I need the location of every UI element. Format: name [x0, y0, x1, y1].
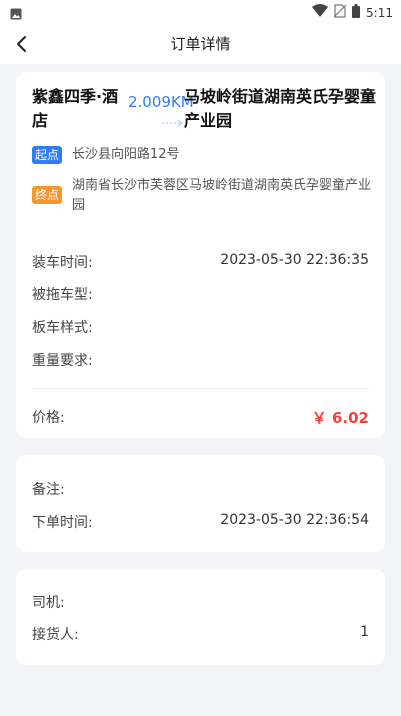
remark-label: 备注:: [32, 482, 65, 498]
app-bar: 订单详情: [0, 24, 401, 64]
price-value: ￥ 6.02: [311, 409, 369, 427]
order-time-label: 下单时间:: [32, 515, 93, 531]
receiver-row: 接货人: 1: [32, 624, 369, 646]
order-time-row: 下单时间: 2023-05-30 22:36:54: [32, 512, 369, 534]
start-tag: 起点: [32, 146, 62, 164]
route-origin: 紫鑫四季·酒店: [32, 87, 119, 130]
driver-row: 司机:: [32, 592, 369, 614]
price-label: 价格:: [32, 410, 65, 426]
receiver-label: 接货人:: [32, 627, 79, 643]
remarks-card: 备注: 下单时间: 2023-05-30 22:36:54: [16, 455, 385, 552]
route-destination: 马坡岭街道湖南英氏孕婴童产业园: [184, 87, 377, 130]
battery-icon: [352, 3, 361, 22]
board-style-row: 板车样式:: [32, 317, 369, 339]
no-sim-icon: [333, 3, 347, 22]
end-address: 湖南省长沙市芙蓉区马坡岭街道湖南英氏孕婴童产业园: [72, 178, 372, 213]
remark-row: 备注:: [32, 479, 369, 501]
price-row: 价格: ￥ 6.02: [32, 407, 369, 429]
order-info-card: 紫鑫四季·酒店 2.009KM 马坡岭街道湖南英氏孕婴童产业园 起点 长沙县向阳…: [16, 72, 385, 438]
load-time-row: 装车时间: 2023-05-30 22:36:35: [32, 252, 369, 274]
towed-type-row: 被拖车型:: [32, 284, 369, 306]
weight-label: 重量要求:: [32, 353, 93, 369]
load-time-value: 2023-05-30 22:36:35: [220, 252, 369, 268]
divider: [32, 388, 369, 389]
towed-type-label: 被拖车型:: [32, 287, 93, 303]
arrow-right-icon: [162, 119, 183, 127]
order-time-value: 2023-05-30 22:36:54: [220, 512, 369, 528]
image-icon: [10, 5, 22, 24]
driver-label: 司机:: [32, 595, 65, 611]
end-tag: 终点: [32, 186, 62, 204]
start-address: 长沙县向阳路12号: [72, 147, 180, 162]
board-style-label: 板车样式:: [32, 320, 93, 336]
load-time-label: 装车时间:: [32, 255, 93, 271]
receiver-value: 1: [360, 624, 369, 640]
people-card: 司机: 接货人: 1: [16, 569, 385, 665]
status-bar: 5:11: [0, 0, 401, 24]
status-time: 5:11: [366, 5, 393, 20]
page-title: 订单详情: [170, 35, 231, 53]
weight-row: 重量要求:: [32, 350, 369, 372]
wifi-icon: [312, 3, 329, 22]
